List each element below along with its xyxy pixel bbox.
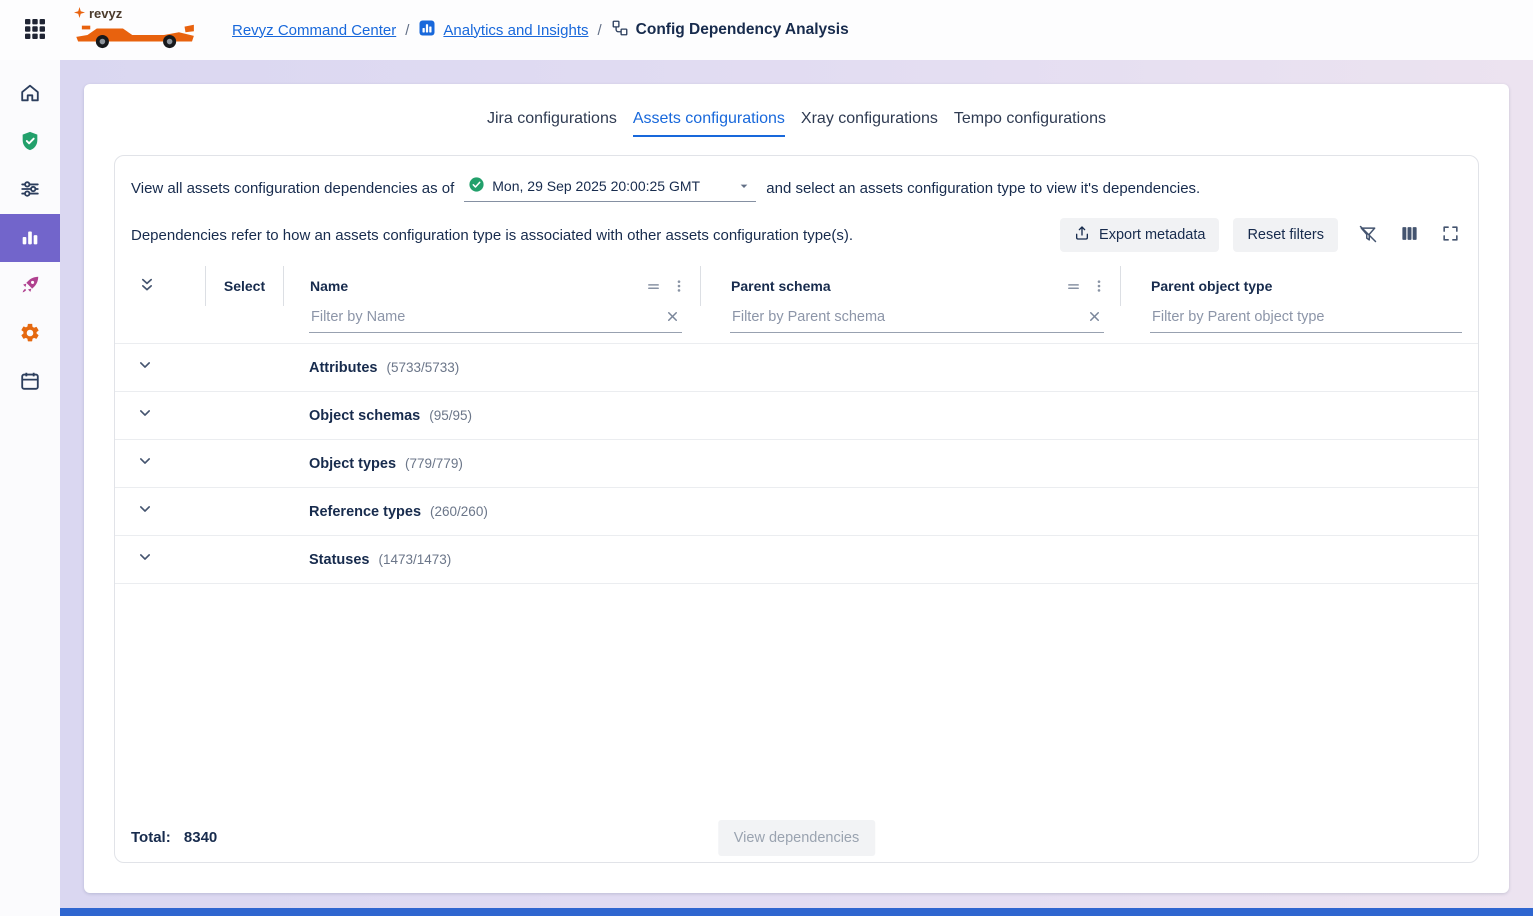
breadcrumb-separator: / [597,22,601,39]
sidebar-item-analytics[interactable] [0,214,60,262]
row-count: (5733/5733) [386,360,459,375]
row-name: Attributes [283,360,377,376]
clear-parent-schema-filter-button[interactable] [1087,309,1102,324]
column-menu-icon[interactable] [670,277,688,295]
snapshot-select[interactable]: Mon, 29 Sep 2025 20:00:25 GMT [464,174,756,202]
reset-filters-button[interactable]: Reset filters [1233,218,1338,252]
main-area: Jira configurations Assets configuration… [60,60,1533,916]
intro-suffix-text: and select an assets configuration type … [766,180,1200,197]
gear-icon [19,322,41,347]
column-header-name: Name [310,278,348,294]
table-row-object-types[interactable]: Object types (779/779) [115,440,1478,488]
row-name: Reference types [283,504,421,520]
chevron-down-icon[interactable] [135,355,155,380]
logo-text: revyz [89,6,122,21]
chevron-down-icon[interactable] [135,499,155,524]
total-label: Total: [131,829,171,846]
configuration-tabs: Jira configurations Assets configuration… [84,84,1509,137]
fullscreen-icon-button[interactable] [1439,222,1462,248]
resize-handle-icon[interactable] [644,277,663,296]
expand-icon [1441,224,1460,246]
tab-assets-configurations[interactable]: Assets configurations [633,110,785,137]
view-dependencies-button[interactable]: View dependencies [718,820,876,856]
star-icon [74,6,85,21]
calendar-icon [19,370,41,395]
app-grid-icon [23,17,47,44]
content-card: Jira configurations Assets configuration… [84,84,1509,893]
race-car-icon [74,21,206,54]
app-sidebar [0,60,60,916]
snapshot-value: Mon, 29 Sep 2025 20:00:25 GMT [492,178,700,194]
filter-parent-object-type-input[interactable] [1150,306,1462,333]
chevron-down-icon [736,178,752,194]
column-header-select: Select [205,266,283,306]
export-metadata-button[interactable]: Export metadata [1060,218,1219,252]
tab-jira-configurations[interactable]: Jira configurations [487,110,617,137]
row-name: Statuses [283,552,369,568]
filter-name-input[interactable] [309,306,682,333]
breadcrumb-command-center[interactable]: Revyz Command Center [232,22,396,39]
rocket-icon [19,274,41,299]
expand-all-button[interactable] [135,273,159,300]
check-circle-icon [468,176,485,196]
resize-handle-icon[interactable] [1064,277,1083,296]
export-metadata-label: Export metadata [1099,227,1205,243]
dependencies-panel: View all assets configuration dependenci… [114,155,1479,863]
table-header: Select Name Parent sche [115,266,1478,306]
panel-controls: Export metadata Reset filters [1060,218,1462,252]
dependency-icon [611,19,629,41]
column-menu-icon[interactable] [1090,277,1108,295]
column-header-parent-schema: Parent schema [731,278,831,294]
row-name: Object types [283,456,396,472]
clear-name-filter-button[interactable] [665,309,680,324]
table-row-reference-types[interactable]: Reference types (260/260) [115,488,1478,536]
export-icon [1074,225,1090,245]
filter-parent-schema-input[interactable] [730,306,1104,333]
row-count: (95/95) [429,408,472,423]
filter-off-icon [1358,224,1378,247]
table-row-statuses[interactable]: Statuses (1473/1473) [115,536,1478,584]
sidebar-item-configuration[interactable] [0,310,60,358]
app-switcher-button[interactable] [16,11,54,49]
total-value: 8340 [184,829,217,846]
table-footer: Total: 8340 View dependencies [115,813,1478,862]
sidebar-item-security[interactable] [0,118,60,166]
sidebar-item-home[interactable] [0,70,60,118]
row-name: Object schemas [283,408,420,424]
tab-tempo-configurations[interactable]: Tempo configurations [954,110,1106,137]
row-count: (260/260) [430,504,488,519]
top-bar: revyz Revyz Command Center / Analytics a… [0,0,1533,60]
breadcrumb-analytics-insights[interactable]: Analytics and Insights [443,22,588,39]
chevron-down-icon[interactable] [135,451,155,476]
sidebar-item-calendar[interactable] [0,358,60,406]
sidebar-item-rocket[interactable] [0,262,60,310]
row-count: (1473/1473) [378,552,451,567]
breadcrumb-separator: / [405,22,409,39]
bar-chart-icon [19,226,41,251]
bottom-accent-bar [60,908,1533,916]
page-title: Config Dependency Analysis [636,21,849,39]
analytics-icon [418,19,436,41]
column-header-parent-object-type: Parent object type [1151,278,1272,294]
breadcrumb: Revyz Command Center / Analytics and Ins… [232,19,849,41]
panel-description: Dependencies refer to how an assets conf… [131,227,853,244]
chevron-down-icon[interactable] [135,403,155,428]
clear-filters-icon-button[interactable] [1356,222,1380,249]
sidebar-item-settings-sliders[interactable] [0,166,60,214]
columns-icon-button[interactable] [1398,222,1421,248]
reset-filters-label: Reset filters [1247,227,1324,243]
revyz-logo: revyz [74,6,206,54]
columns-icon [1400,224,1419,246]
home-icon [19,82,41,107]
sliders-icon [19,178,41,203]
intro-prefix-text: View all assets configuration dependenci… [131,180,454,197]
table-row-object-schemas[interactable]: Object schemas (95/95) [115,392,1478,440]
table-row-attributes[interactable]: Attributes (5733/5733) [115,344,1478,392]
row-count: (779/779) [405,456,463,471]
shield-check-icon [19,130,41,155]
filter-row [115,306,1478,344]
tab-xray-configurations[interactable]: Xray configurations [801,110,938,137]
chevron-down-icon[interactable] [135,547,155,572]
double-chevron-down-icon [137,275,157,298]
